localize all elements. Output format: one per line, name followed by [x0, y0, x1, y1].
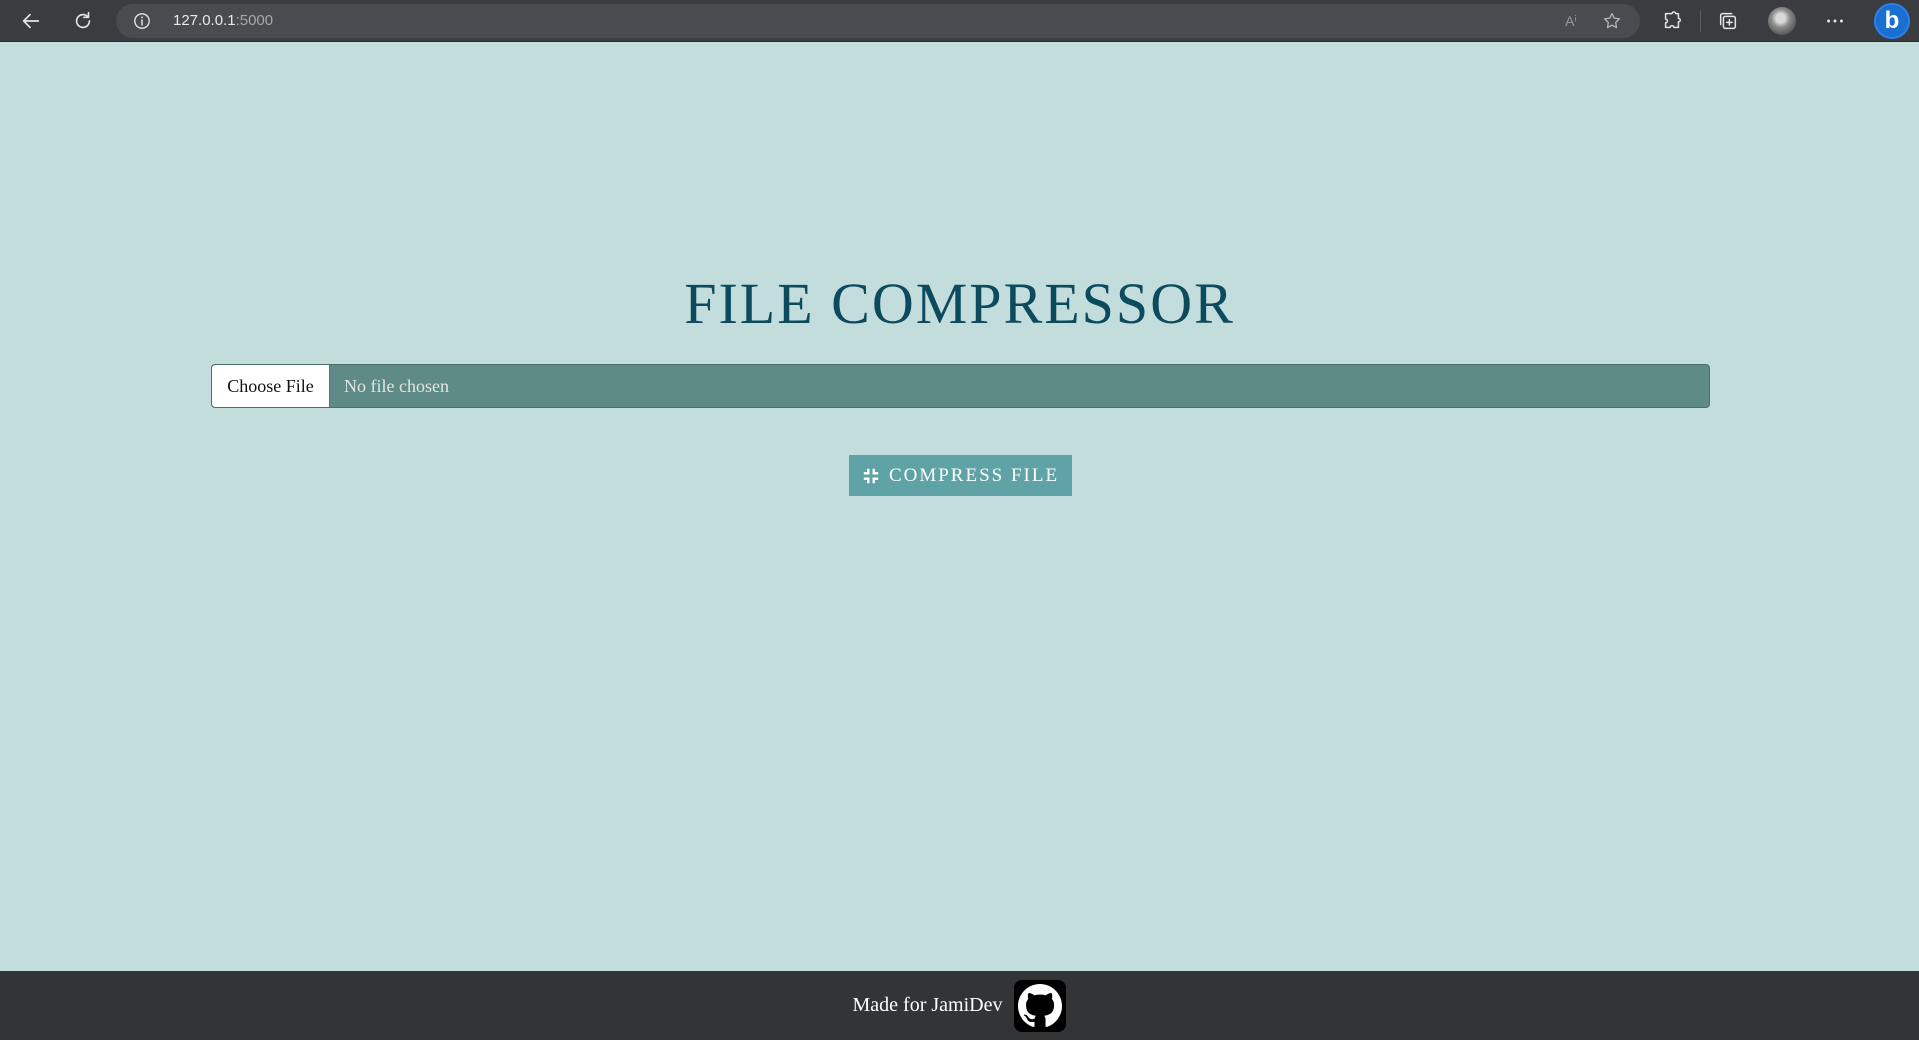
- collections-button[interactable]: [1713, 6, 1743, 36]
- back-button[interactable]: [16, 6, 46, 36]
- profile-avatar[interactable]: [1768, 7, 1796, 35]
- compress-file-button[interactable]: COMPRESS FILE: [849, 455, 1072, 496]
- read-aloud-icon: Aⁱ: [1565, 12, 1577, 29]
- extensions-button[interactable]: [1657, 6, 1687, 36]
- ellipsis-icon: [1827, 19, 1843, 23]
- address-bar[interactable]: 127.0.0.1:5000 Aⁱ: [116, 4, 1640, 38]
- footer: Made for JamiDev: [0, 971, 1919, 1040]
- refresh-button[interactable]: [68, 6, 98, 36]
- refresh-icon: [75, 11, 91, 29]
- compress-arrows-icon: [863, 468, 879, 483]
- file-status-text: No file chosen: [344, 376, 449, 396]
- url-text[interactable]: 127.0.0.1:5000: [173, 4, 273, 38]
- browser-toolbar: 127.0.0.1:5000 Aⁱ b: [0, 0, 1919, 42]
- choose-file-button[interactable]: Choose File: [212, 365, 330, 407]
- back-arrow-icon: [22, 13, 40, 29]
- url-host: 127.0.0.1: [173, 12, 236, 29]
- puzzle-icon: [1664, 11, 1681, 29]
- bing-b-icon: b: [1884, 7, 1900, 34]
- url-port: :5000: [235, 12, 274, 29]
- github-logo: [1018, 983, 1063, 1027]
- file-input[interactable]: Choose File No file chosen: [211, 364, 1710, 408]
- page-title: FILE COMPRESSOR: [684, 271, 1235, 336]
- github-icon[interactable]: [1014, 979, 1067, 1032]
- star-icon: [1604, 12, 1620, 29]
- toolbar-divider: [1700, 10, 1701, 32]
- read-aloud-button[interactable]: Aⁱ: [1561, 11, 1581, 31]
- site-info-icon[interactable]: [133, 12, 151, 30]
- compress-button-label: COMPRESS FILE: [888, 464, 1060, 486]
- more-options-button[interactable]: [1820, 6, 1850, 36]
- footer-credit: Made for JamiDev: [852, 994, 1003, 1016]
- collections-icon: [1719, 12, 1737, 30]
- favorite-button[interactable]: [1602, 11, 1622, 31]
- copilot-button[interactable]: b: [1874, 3, 1910, 39]
